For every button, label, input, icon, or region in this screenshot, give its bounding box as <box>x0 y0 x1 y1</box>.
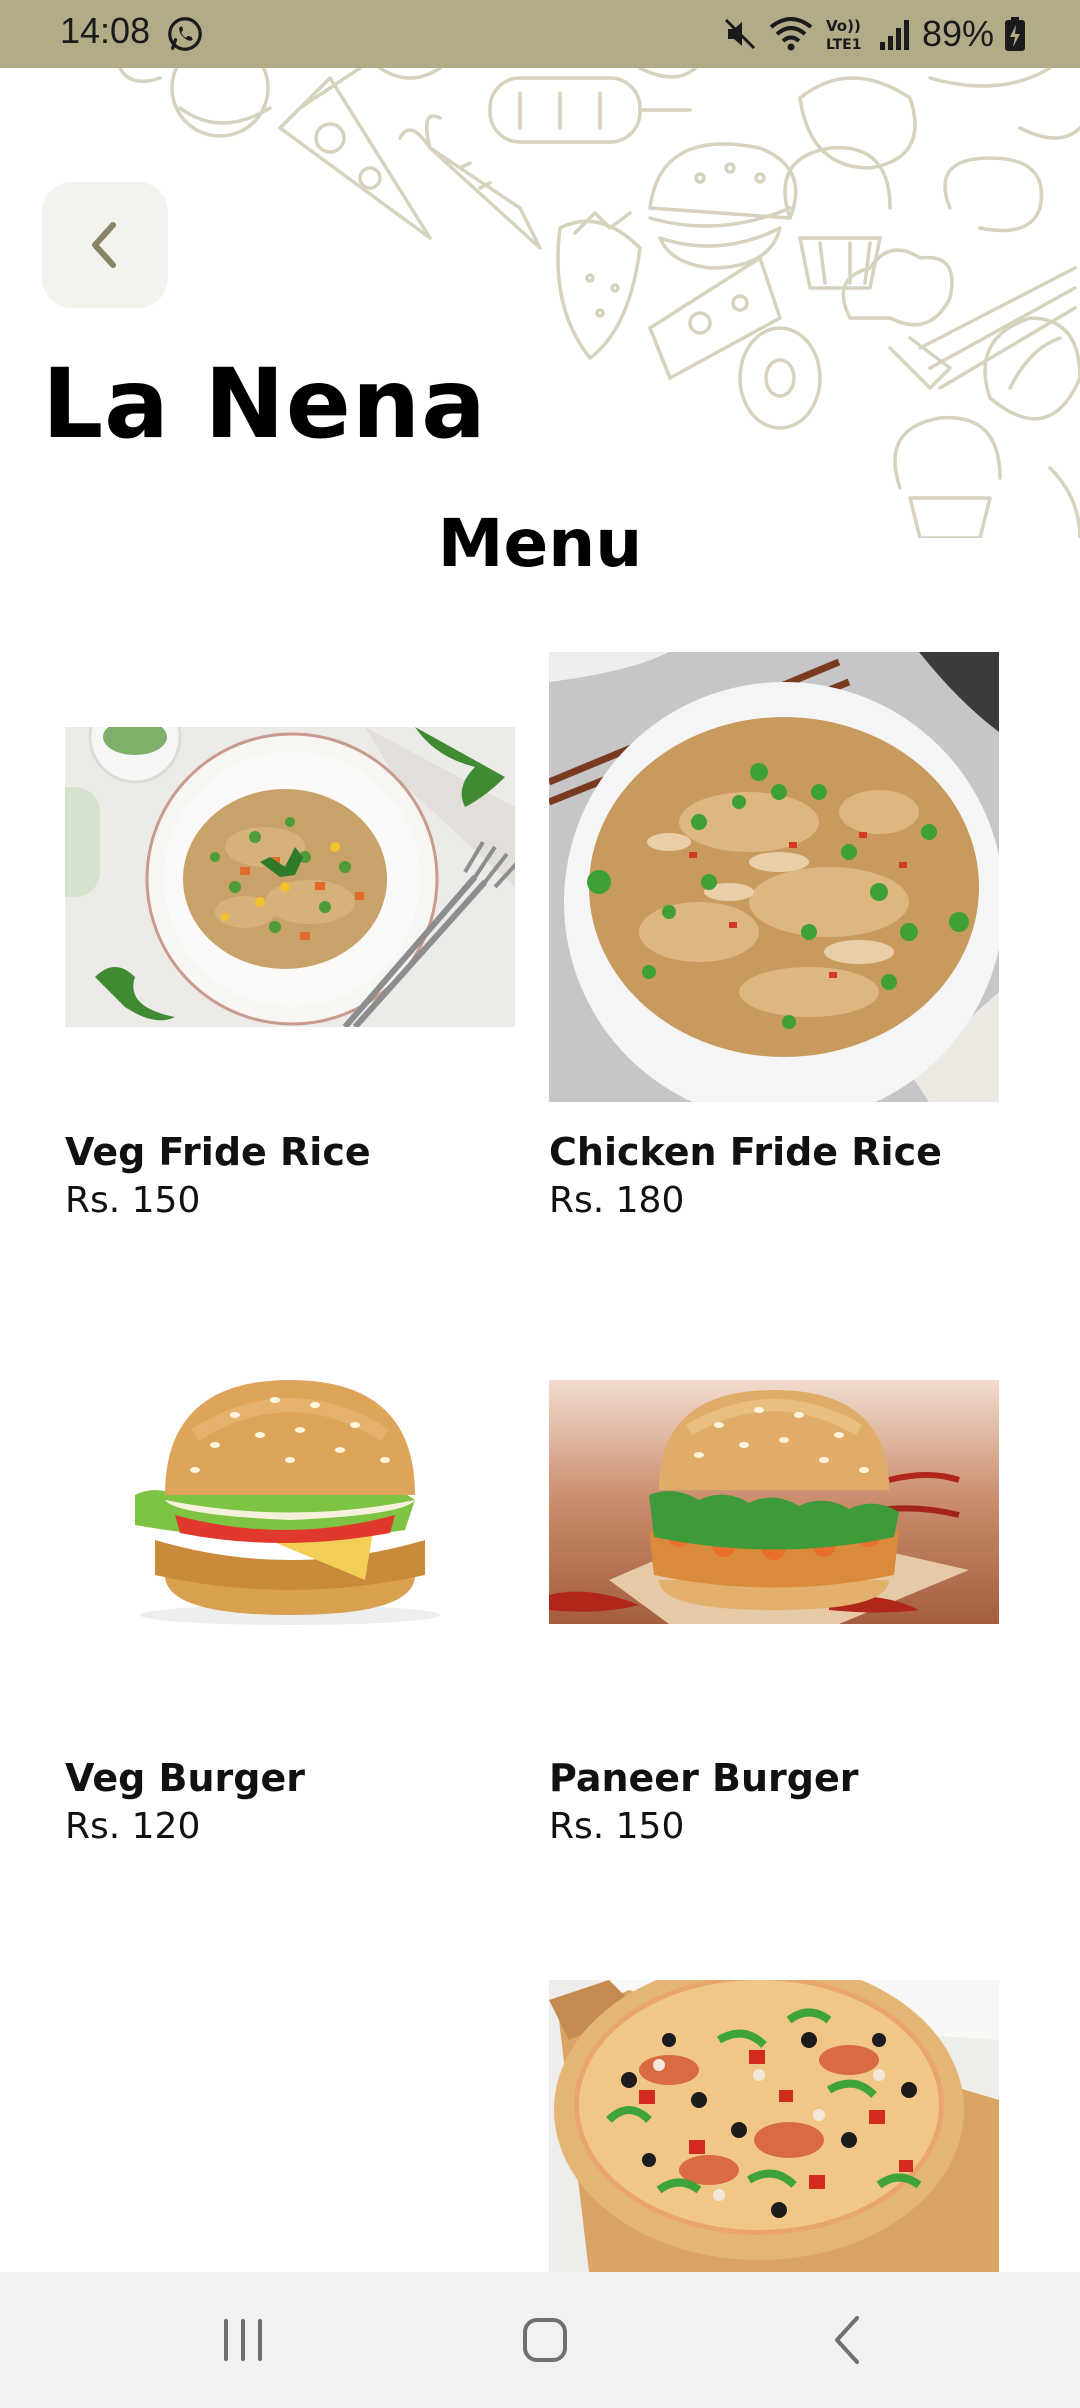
status-time: 14:08 <box>60 10 151 51</box>
nav-back-button[interactable] <box>747 2272 947 2408</box>
back-button[interactable] <box>42 182 168 308</box>
svg-text:Vo)): Vo)) <box>826 17 861 35</box>
paneer-burger-photo <box>549 1380 999 1624</box>
recent-apps-button[interactable] <box>143 2272 343 2408</box>
veg-burger-photo <box>65 1375 515 1635</box>
pizza-photo <box>549 1980 999 2272</box>
battery-percent: 89% <box>921 13 994 54</box>
volte-icon: Vo)) LTE1 <box>826 17 861 53</box>
food-doodle-background <box>118 68 1080 538</box>
status-bar: 14:08 Vo)) LTE1 89% <box>0 0 1080 68</box>
status-icons: Vo)) LTE1 89% <box>722 12 1026 56</box>
veg-fried-rice-photo <box>65 727 515 1027</box>
item-price: Rs. 180 <box>549 1180 685 1221</box>
battery-charging-icon <box>1005 17 1025 51</box>
item-name: Veg Fride Rice <box>65 1130 371 1174</box>
menu-section-title: Menu <box>437 505 643 582</box>
signal-icon <box>879 20 909 50</box>
item-name: Paneer Burger <box>549 1756 859 1800</box>
item-price: Rs. 150 <box>65 1180 201 1221</box>
home-button[interactable] <box>445 2272 645 2408</box>
system-nav-bar <box>0 2272 1080 2408</box>
item-price: Rs. 150 <box>549 1806 685 1847</box>
item-name: Veg Burger <box>65 1756 306 1800</box>
item-price: Rs. 120 <box>65 1806 201 1847</box>
whatsapp-icon <box>168 17 202 51</box>
back-icon <box>835 2316 859 2364</box>
mute-icon <box>724 18 755 50</box>
chicken-fried-rice-photo <box>549 652 999 1102</box>
svg-text:LTE1: LTE1 <box>826 37 861 53</box>
recent-apps-icon <box>224 2319 262 2361</box>
chevron-left-icon <box>92 222 116 268</box>
home-icon <box>523 2318 567 2362</box>
wifi-icon <box>769 17 813 51</box>
item-name: Chicken Fride Rice <box>549 1130 942 1174</box>
restaurant-name: La Nena <box>42 348 487 460</box>
